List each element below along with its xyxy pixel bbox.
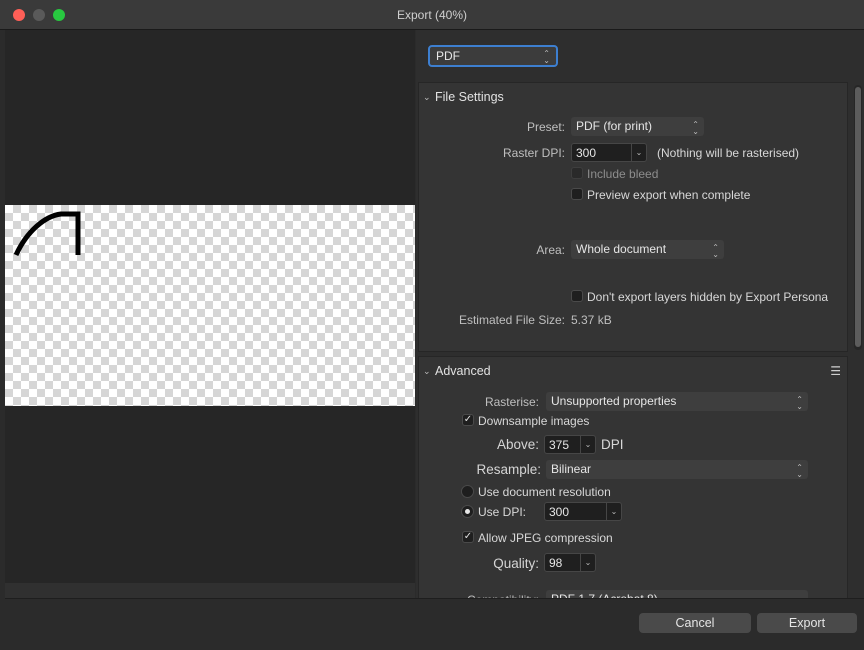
export-button[interactable]: Export (757, 613, 857, 633)
use-document-resolution-label: Use document resolution (478, 485, 611, 499)
preview-horizontal-scrollbar[interactable] (5, 583, 415, 598)
preview-arc-shape (13, 211, 81, 257)
estimated-size-label: Estimated File Size: (458, 313, 565, 327)
rasterise-label: Rasterise: (484, 395, 539, 409)
raster-dpi-value: 300 (576, 146, 597, 160)
resample-label: Resample: (476, 462, 541, 477)
rasterise-value: Unsupported properties (551, 394, 677, 408)
use-dpi-label: Use DPI: (478, 505, 527, 519)
use-dpi-combo[interactable]: 300 ⌄ (544, 502, 622, 521)
area-value: Whole document (576, 242, 667, 256)
preview-background-top (5, 30, 415, 205)
chevron-down-icon[interactable]: ⌄ (580, 436, 595, 453)
preview-canvas (5, 205, 415, 406)
cancel-button[interactable]: Cancel (639, 613, 751, 633)
settings-scrollbar[interactable] (854, 85, 862, 350)
chevron-updown-icon: ⌃ ⌄ (692, 120, 699, 136)
dont-export-hidden-label: Don't export layers hidden by Export Per… (587, 290, 829, 304)
chevron-updown-icon: ⌃ ⌄ (796, 395, 803, 411)
file-settings-title: File Settings (435, 90, 504, 104)
export-dialog: Export (40%) PDF ⌃ ⌄ ⌄ File Settings Pres… (0, 0, 864, 650)
chevron-updown-icon: ⌃ ⌄ (712, 243, 719, 259)
downsample-label: Downsample images (478, 414, 590, 428)
resample-value: Bilinear (551, 462, 592, 476)
disclosure-chevron-icon: ⌄ (423, 92, 431, 102)
raster-dpi-label: Raster DPI: (502, 146, 565, 160)
dialog-footer: Cancel Export (5, 598, 864, 650)
file-settings-header[interactable]: ⌄ File Settings (419, 83, 847, 109)
chevron-down-icon[interactable]: ⌄ (606, 503, 621, 520)
estimated-size-value: 5.37 kB (571, 313, 612, 327)
jpeg-compression-checkbox[interactable]: ✓ (462, 531, 474, 543)
raster-note: (Nothing will be rasterised) (657, 146, 800, 160)
preset-select[interactable]: PDF (for print) ⌃ ⌄ (571, 117, 704, 136)
use-dpi-value: 300 (549, 505, 570, 519)
format-select[interactable]: PDF ⌃ ⌄ (428, 45, 558, 67)
advanced-title: Advanced (435, 364, 491, 378)
dont-export-hidden-checkbox[interactable] (571, 290, 583, 302)
include-bleed-checkbox[interactable] (571, 167, 583, 179)
quality-label: Quality: (493, 556, 539, 571)
jpeg-compression-label: Allow JPEG compression (478, 531, 613, 545)
export-preview (5, 30, 415, 598)
export-settings-panel: PDF ⌃ ⌄ ⌄ File Settings Preset: PDF (for … (416, 30, 864, 602)
advanced-section: ⌄ Advanced ☰ Rasterise: Unsupported prop… (418, 356, 848, 602)
use-document-resolution-radio[interactable] (461, 485, 474, 498)
chevron-updown-icon: ⌃ ⌄ (543, 49, 550, 65)
preview-export-label: Preview export when complete (587, 188, 751, 202)
preview-background-bottom (5, 406, 415, 583)
quality-combo[interactable]: 98 ⌄ (544, 553, 596, 572)
file-settings-section: ⌄ File Settings Preset: PDF (for print) … (418, 82, 848, 352)
preset-value: PDF (for print) (576, 119, 653, 133)
resample-select[interactable]: Bilinear ⌃ ⌄ (546, 460, 808, 479)
window-title: Export (40%) (396, 8, 468, 22)
chevron-updown-icon: ⌃ ⌄ (796, 463, 803, 479)
area-select[interactable]: Whole document ⌃ ⌄ (571, 240, 724, 259)
format-select-value: PDF (436, 49, 460, 63)
raster-dpi-combo[interactable]: 300 ⌄ (571, 143, 647, 162)
rasterise-select[interactable]: Unsupported properties ⌃ ⌄ (546, 392, 808, 411)
disclosure-chevron-icon: ⌄ (423, 366, 431, 376)
above-dpi-value: 375 (549, 438, 570, 452)
above-dpi-unit: DPI (601, 437, 624, 452)
chevron-down-icon[interactable]: ⌄ (631, 144, 646, 161)
chevron-down-icon[interactable]: ⌄ (580, 554, 595, 571)
preview-export-checkbox[interactable] (571, 188, 583, 200)
include-bleed-label: Include bleed (587, 167, 659, 181)
quality-value: 98 (549, 556, 563, 570)
title-bar: Export (40%) (0, 0, 864, 30)
above-dpi-combo[interactable]: 375 ⌄ (544, 435, 596, 454)
preset-label: Preset: (526, 120, 565, 134)
advanced-header[interactable]: ⌄ Advanced ☰ (419, 357, 847, 383)
above-label: Above: (496, 437, 539, 452)
area-label: Area: (536, 243, 565, 257)
use-dpi-radio[interactable] (461, 505, 474, 518)
settings-scrollbar-thumb[interactable] (855, 87, 861, 347)
downsample-checkbox[interactable]: ✓ (462, 414, 474, 426)
hamburger-menu-icon[interactable]: ☰ (830, 364, 841, 378)
